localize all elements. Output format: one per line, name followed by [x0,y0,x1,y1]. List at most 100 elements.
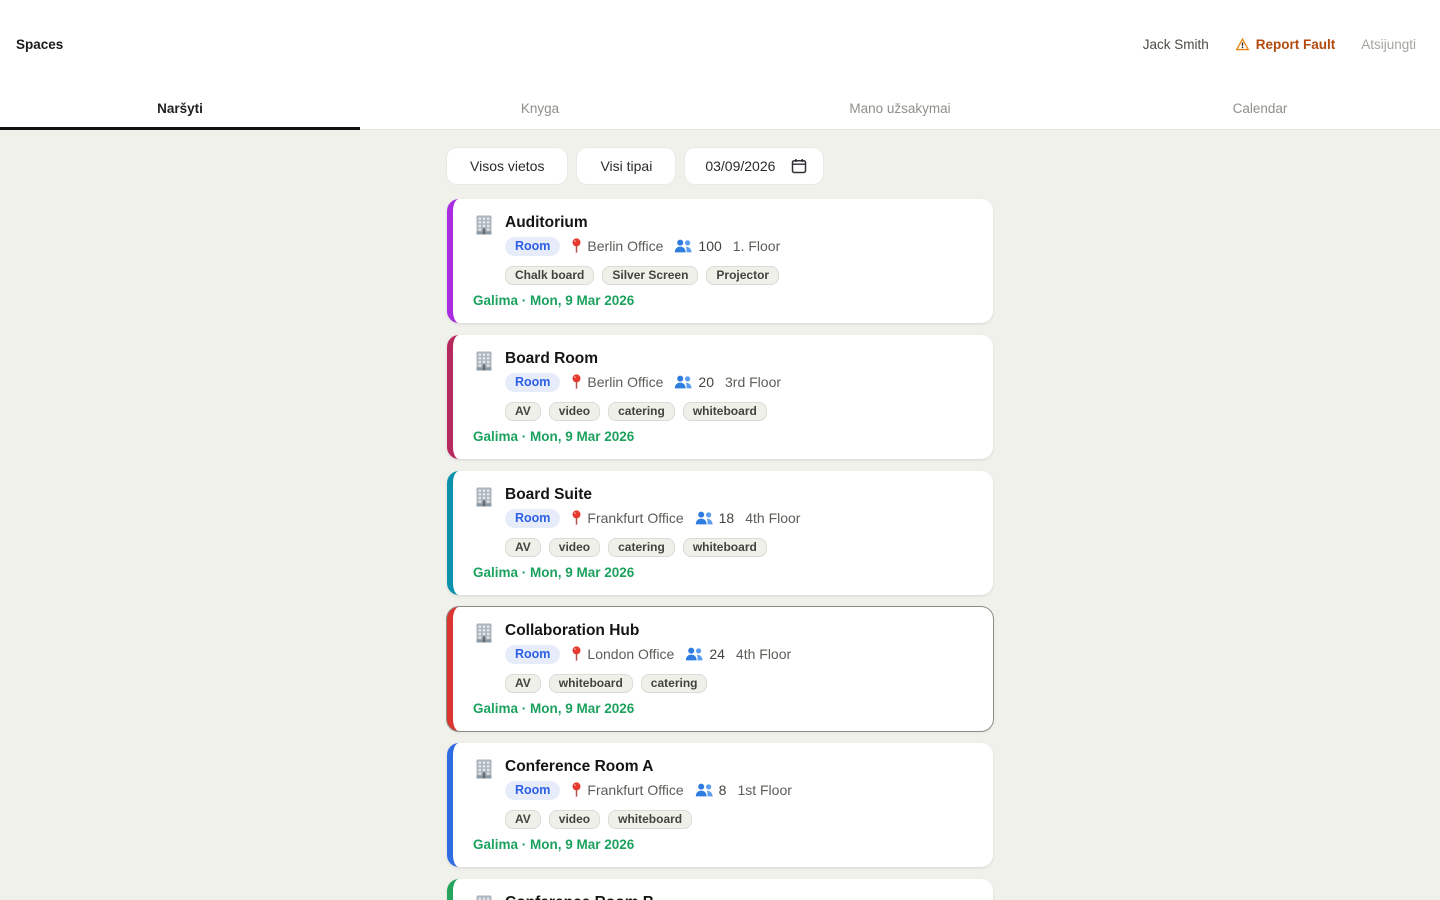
location-pin-icon [571,510,582,526]
amenity-tag: video [549,810,600,829]
room-name: Board Room [505,349,781,368]
location-filter-select[interactable]: Visos vietos [447,148,567,184]
availability-text: Galima · Mon, 9 Mar 2026 [473,292,973,309]
capacity: 100 [674,238,721,254]
room-type-badge: Room [505,509,560,528]
capacity-value: 20 [698,374,714,390]
amenity-tags: AV whiteboard catering [505,674,973,693]
floor-label: 1st Floor [737,782,791,798]
capacity-people-icon [674,375,693,389]
room-type-badge: Room [505,237,560,256]
room-type-badge: Room [505,373,560,392]
amenity-tag: whiteboard [683,402,767,421]
capacity: 20 [674,374,714,390]
capacity-people-icon [695,783,714,797]
room-meta: Room Berlin Office [505,236,780,256]
amenity-tag: AV [505,810,541,829]
amenity-tag: catering [608,538,675,557]
office-location: Berlin Office [571,238,663,254]
office-building-icon [473,350,495,372]
location-pin-icon [571,782,582,798]
room-card-header: Auditorium Room Berlin Office [473,213,973,256]
capacity: 8 [695,782,727,798]
capacity: 18 [695,510,735,526]
date-value: 03/09/2026 [705,158,775,174]
amenity-tags: Chalk board Silver Screen Projector [505,266,973,285]
office-name: Frankfurt Office [587,510,683,526]
date-filter-input[interactable]: 03/09/2026 [685,148,823,184]
availability-text: Galima · Mon, 9 Mar 2026 [473,564,973,581]
capacity: 24 [685,646,725,662]
amenity-tag: AV [505,402,541,421]
room-card[interactable]: Conference Room B Room Frankfurt Office [447,879,993,900]
room-card-body: Conference Room A Room Frankfurt Office [505,757,792,800]
room-card-body: Collaboration Hub Room London Office [505,621,791,664]
room-name: Conference Room A [505,757,792,776]
user-name: Jack Smith [1143,37,1209,52]
logout-link[interactable]: Atsijungti [1361,37,1416,52]
calendar-icon [791,158,807,174]
floor-label: 4th Floor [736,646,791,662]
report-fault-label: Report Fault [1256,37,1336,52]
main-content: Visos vietos Visi tipai 03/09/2026 [447,148,993,900]
capacity-value: 100 [698,238,721,254]
app-title: Spaces [16,37,63,52]
amenity-tag: whiteboard [683,538,767,557]
room-name: Board Suite [505,485,800,504]
room-card-body: Board Suite Room Frankfurt Office [505,485,800,528]
room-name: Collaboration Hub [505,621,791,640]
capacity-people-icon [695,511,714,525]
office-location: Frankfurt Office [571,782,683,798]
tab-calendar[interactable]: Calendar [1080,88,1440,129]
office-building-icon [473,758,495,780]
amenity-tag: Chalk board [505,266,594,285]
availability-text: Galima · Mon, 9 Mar 2026 [473,428,973,445]
office-building-icon [473,214,495,236]
room-card-header: Conference Room A Room Frankfurt Office [473,757,973,800]
amenity-tag: video [549,538,600,557]
amenity-tags: AVvideocateringwhiteboard [505,538,973,557]
amenity-tag: whiteboard [549,674,633,693]
room-card[interactable]: Board Suite Room Frankfurt Office [447,471,993,595]
capacity-value: 24 [709,646,725,662]
type-filter-select[interactable]: Visi tipai [577,148,675,184]
amenity-tag: catering [641,674,708,693]
tab-browse[interactable]: Naršyti [0,88,360,129]
report-fault-button[interactable]: Report Fault [1235,37,1336,52]
room-name: Auditorium [505,213,780,232]
capacity-value: 8 [719,782,727,798]
tab-book[interactable]: Knyga [360,88,720,129]
room-card-body: Board Room Room Berlin Office [505,349,781,392]
office-building-icon [473,622,495,644]
room-card-header: Conference Room B Room Frankfurt Office [473,893,973,900]
room-name: Conference Room B [505,893,792,900]
floor-label: 3rd Floor [725,374,781,390]
office-name: Berlin Office [587,374,663,390]
room-card[interactable]: Auditorium Room Berlin Office [447,199,993,323]
amenity-tag: Silver Screen [602,266,698,285]
amenity-tag: video [549,402,600,421]
capacity-people-icon [685,647,704,661]
tab-my-bookings[interactable]: Mano užsakymai [720,88,1080,129]
floor-label: 4th Floor [745,510,800,526]
amenity-tag: Projector [706,266,779,285]
amenity-tag: AV [505,674,541,693]
office-building-icon [473,486,495,508]
office-location: London Office [571,646,674,662]
room-card[interactable]: Board Room Room Berlin Office [447,335,993,459]
room-card[interactable]: Conference Room A Room Frankfurt Office [447,743,993,867]
availability-text: Galima · Mon, 9 Mar 2026 [473,836,973,853]
location-pin-icon [571,646,582,662]
office-name: Frankfurt Office [587,782,683,798]
room-card-body: Conference Room B Room Frankfurt Office [505,893,792,900]
header-actions: Jack Smith Report Fault Atsijungti [1143,37,1416,52]
office-location: Frankfurt Office [571,510,683,526]
amenity-tags: AVvideocateringwhiteboard [505,402,973,421]
office-location: Berlin Office [571,374,663,390]
amenity-tag: whiteboard [608,810,692,829]
room-meta: Room London Office [505,644,791,664]
capacity-people-icon [674,239,693,253]
filter-bar: Visos vietos Visi tipai 03/09/2026 [447,148,993,184]
room-card[interactable]: Collaboration Hub Room London Office [447,607,993,731]
room-type-badge: Room [505,781,560,800]
